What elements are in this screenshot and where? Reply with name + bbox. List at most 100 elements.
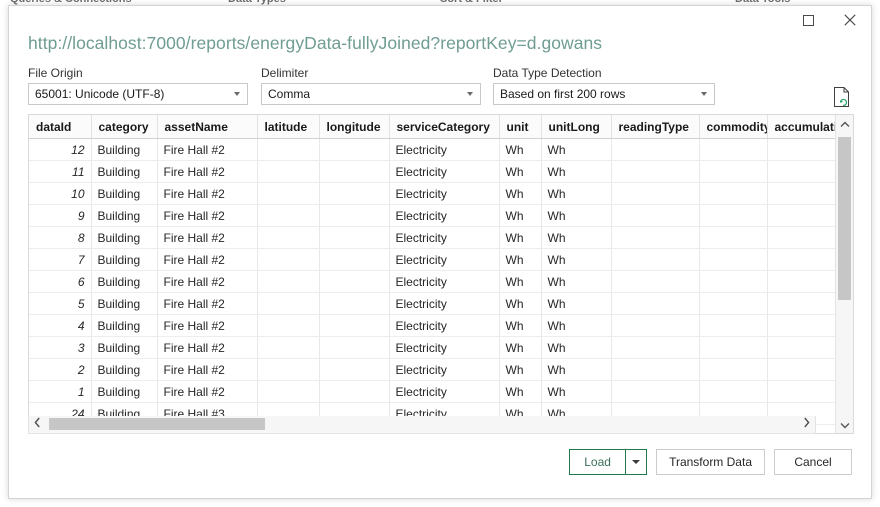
preview-grid-viewport: dataId category assetName latitude longi… (29, 115, 835, 433)
load-button[interactable]: Load (569, 449, 626, 475)
column-header-longitude[interactable]: longitude (319, 115, 390, 139)
cell-assetname: Fire Hall #2 (157, 138, 258, 161)
cell-commodity (699, 182, 768, 205)
ribbon-group-label-sort-filter: Sort & Filter (440, 0, 503, 5)
cell-dataid: 5 (29, 292, 92, 315)
table-row[interactable]: 5 Building Fire Hall #2 Electricity Wh Wh (29, 292, 835, 315)
cell-unit: Wh (499, 336, 542, 359)
cell-readingtype (611, 358, 700, 381)
column-header-commodity[interactable]: commodity (699, 115, 768, 139)
cell-servicecategory: Electricity (389, 314, 500, 337)
column-header-readingtype[interactable]: readingType (611, 115, 700, 139)
table-row[interactable]: 10 Building Fire Hall #2 Electricity Wh Wh (29, 182, 835, 205)
column-header-accumulation[interactable]: accumulation (767, 115, 835, 139)
cell-servicecategory: Electricity (389, 204, 500, 227)
cell-unitlong: Wh (541, 314, 612, 337)
cell-accumulation (767, 204, 835, 227)
table-row[interactable]: 12 Building Fire Hall #2 Electricity Wh Wh (29, 138, 835, 161)
cell-readingtype (611, 314, 700, 337)
delimiter-field: Delimiter Comma (261, 66, 481, 105)
table-row[interactable]: 9 Building Fire Hall #2 Electricity Wh Wh (29, 204, 835, 227)
cell-servicecategory: Electricity (389, 380, 500, 403)
cell-latitude (257, 380, 320, 403)
file-origin-select[interactable]: 65001: Unicode (UTF-8) (28, 83, 248, 105)
dialog-titlebar (787, 6, 871, 36)
cell-assetname: Fire Hall #2 (157, 380, 258, 403)
cell-unitlong: Wh (541, 226, 612, 249)
load-dropdown-button[interactable] (625, 449, 648, 475)
cell-dataid: 2 (29, 358, 92, 381)
cell-category: Building (91, 270, 158, 293)
cell-commodity (699, 138, 768, 161)
cell-dataid: 3 (29, 336, 92, 359)
chevron-down-icon (701, 92, 707, 96)
cell-longitude (319, 204, 390, 227)
cancel-button[interactable]: Cancel (774, 449, 852, 475)
cell-dataid: 6 (29, 270, 92, 293)
cell-dataid: 7 (29, 248, 92, 271)
close-icon (844, 14, 856, 26)
delimiter-select[interactable]: Comma (261, 83, 481, 105)
document-refresh-icon[interactable] (832, 86, 854, 110)
cell-accumulation (767, 226, 835, 249)
cell-readingtype (611, 226, 700, 249)
cell-accumulation (767, 138, 835, 161)
import-options: File Origin 65001: Unicode (UTF-8) Delim… (28, 66, 854, 112)
cell-servicecategory: Electricity (389, 270, 500, 293)
delimiter-value: Comma (268, 87, 311, 101)
cell-unitlong: Wh (541, 380, 612, 403)
table-row[interactable]: 3 Building Fire Hall #2 Electricity Wh Wh (29, 336, 835, 359)
chevron-down-icon (467, 92, 473, 96)
file-origin-value: 65001: Unicode (UTF-8) (35, 87, 165, 101)
cell-latitude (257, 138, 320, 161)
maximize-button[interactable] (787, 6, 829, 34)
column-header-servicecategory[interactable]: serviceCategory (389, 115, 500, 139)
table-row[interactable]: 8 Building Fire Hall #2 Electricity Wh Wh (29, 226, 835, 249)
vertical-scrollbar-thumb[interactable] (838, 137, 851, 300)
cell-servicecategory: Electricity (389, 336, 500, 359)
column-header-assetname[interactable]: assetName (157, 115, 258, 139)
cell-unit: Wh (499, 160, 542, 183)
scroll-up-button[interactable] (836, 115, 853, 132)
cell-commodity (699, 380, 768, 403)
column-header-unit[interactable]: unit (499, 115, 542, 139)
preview-horizontal-scrollbar[interactable] (28, 416, 816, 434)
close-button[interactable] (829, 6, 871, 34)
cell-servicecategory: Electricity (389, 138, 500, 161)
horizontal-scrollbar-thumb[interactable] (49, 418, 265, 430)
delimiter-label: Delimiter (261, 66, 309, 80)
table-row[interactable]: 1 Building Fire Hall #2 Electricity Wh Wh (29, 380, 835, 403)
table-row[interactable]: 11 Building Fire Hall #2 Electricity Wh Wh (29, 160, 835, 183)
column-header-dataid[interactable]: dataId (29, 115, 92, 139)
table-row[interactable]: 4 Building Fire Hall #2 Electricity Wh Wh (29, 314, 835, 337)
data-type-detection-select[interactable]: Based on first 200 rows (493, 83, 715, 105)
table-row[interactable]: 2 Building Fire Hall #2 Electricity Wh Wh (29, 358, 835, 381)
cell-latitude (257, 226, 320, 249)
cell-longitude (319, 336, 390, 359)
preview-vertical-scrollbar[interactable] (835, 115, 853, 433)
table-row[interactable]: 6 Building Fire Hall #2 Electricity Wh Wh (29, 270, 835, 293)
csv-import-preview-dialog: http://localhost:7000/reports/energyData… (8, 5, 872, 499)
transform-data-button[interactable]: Transform Data (656, 449, 765, 475)
cell-readingtype (611, 204, 700, 227)
scroll-left-button[interactable] (29, 416, 46, 432)
table-row[interactable]: 7 Building Fire Hall #2 Electricity Wh Wh (29, 248, 835, 271)
cell-accumulation (767, 270, 835, 293)
scroll-right-button[interactable] (798, 416, 815, 432)
cell-readingtype (611, 270, 700, 293)
column-header-category[interactable]: category (91, 115, 158, 139)
cell-unitlong: Wh (541, 358, 612, 381)
column-header-latitude[interactable]: latitude (257, 115, 320, 139)
scroll-down-button[interactable] (836, 416, 853, 433)
cell-assetname: Fire Hall #2 (157, 204, 258, 227)
cell-category: Building (91, 314, 158, 337)
cell-category: Building (91, 358, 158, 381)
cell-unitlong: Wh (541, 138, 612, 161)
chevron-down-icon (234, 92, 240, 96)
column-header-unitlong[interactable]: unitLong (541, 115, 612, 139)
cell-assetname: Fire Hall #2 (157, 292, 258, 315)
ribbon-group-label-data-tools: Data Tools (735, 0, 790, 5)
cell-unit: Wh (499, 182, 542, 205)
cell-longitude (319, 270, 390, 293)
cell-unit: Wh (499, 292, 542, 315)
